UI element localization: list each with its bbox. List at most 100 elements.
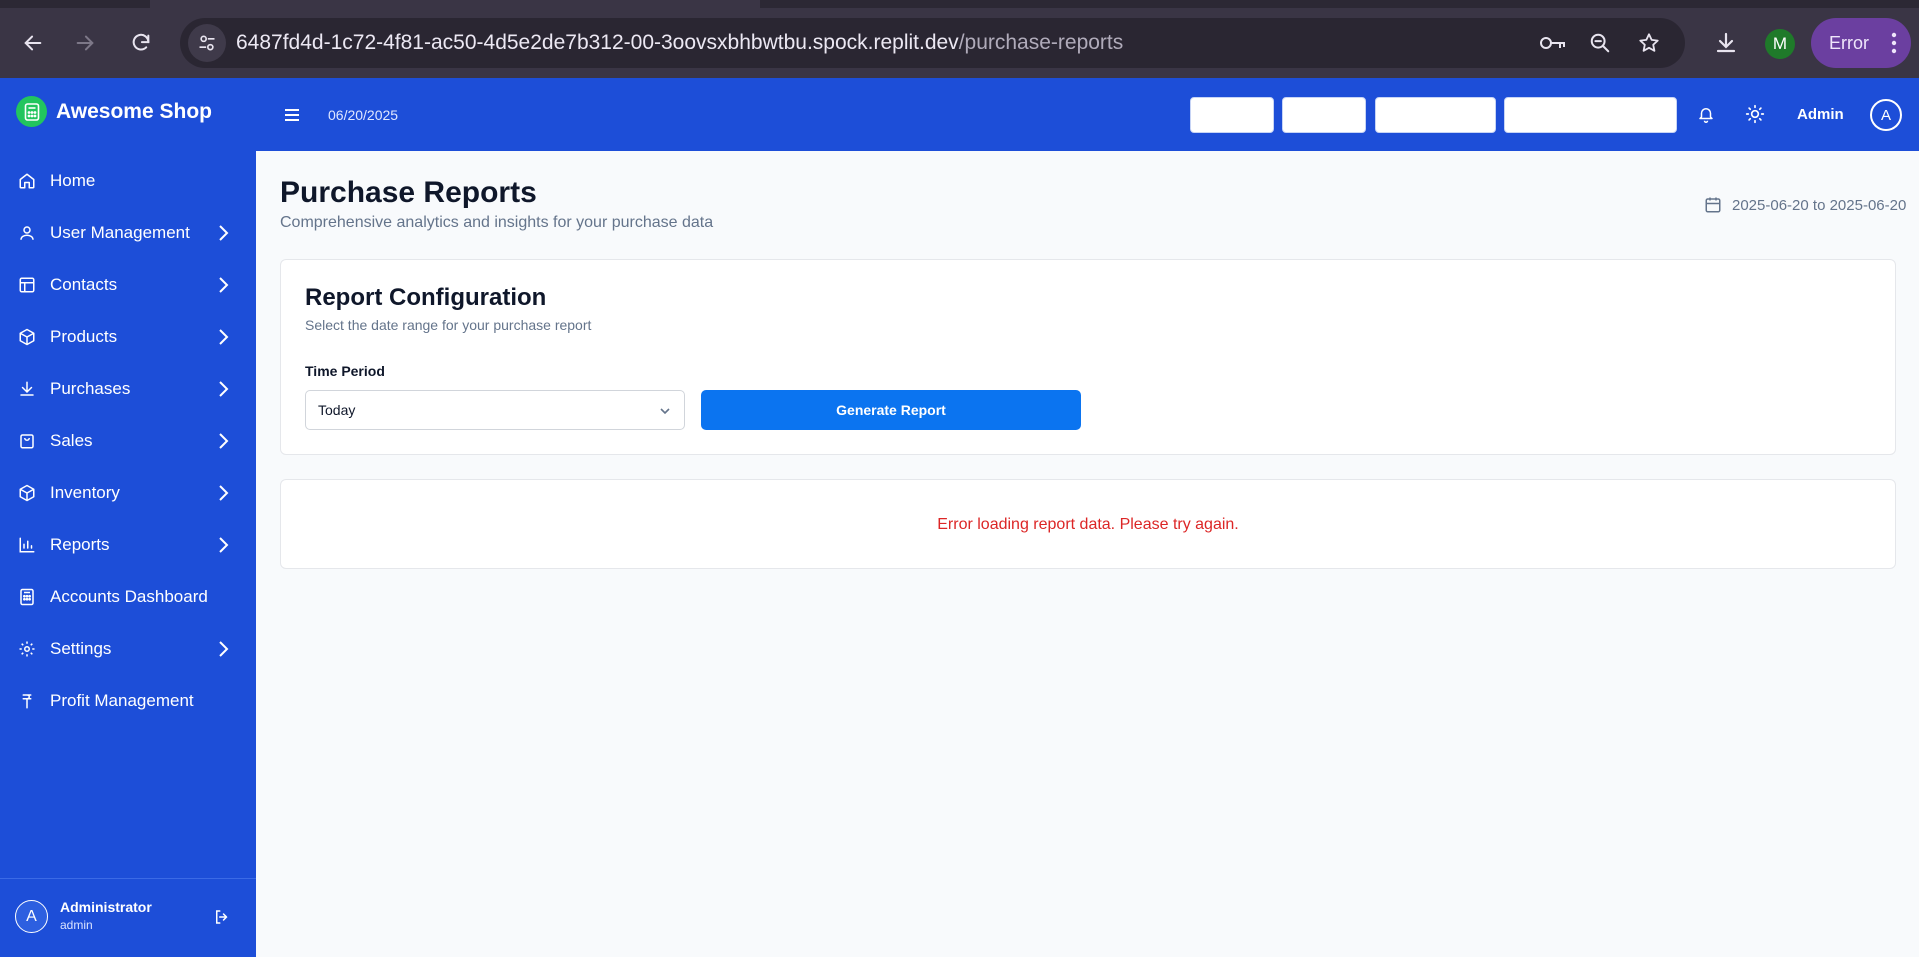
address-bar[interactable]: 6487fd4d-1c72-4f81-ac50-4d5e2de7b312-00-… xyxy=(180,18,1685,68)
date-range: 2025-06-20 to 2025-06-20 xyxy=(1704,195,1906,215)
password-key-button[interactable] xyxy=(1538,28,1568,58)
download-icon xyxy=(17,379,37,399)
page-subtitle: Comprehensive analytics and insights for… xyxy=(280,214,714,231)
chevron-right-icon xyxy=(219,485,229,501)
card-title: Report Configuration xyxy=(305,284,547,311)
sidebar-item-label: Settings xyxy=(50,639,112,658)
time-period-select[interactable]: Today xyxy=(305,390,685,430)
chevron-right-icon xyxy=(219,381,229,397)
sidebar-item-label: Home xyxy=(50,171,96,190)
sidebar-item-settings[interactable]: Settings xyxy=(8,626,248,672)
chevron-right-icon xyxy=(219,329,229,345)
sidebar-item-label: Sales xyxy=(50,431,93,450)
bar-chart-icon xyxy=(17,535,37,555)
sidebar-item-reports[interactable]: Reports xyxy=(8,522,248,568)
tune-icon xyxy=(199,35,215,51)
profile-avatar[interactable]: M xyxy=(1765,29,1795,59)
calculator-icon xyxy=(16,96,47,127)
sidebar-item-products[interactable]: Products xyxy=(8,314,248,360)
logout-button[interactable] xyxy=(210,905,234,929)
error-label: Error xyxy=(1829,32,1869,53)
calculator-icon xyxy=(17,587,37,607)
sidebar-item-label: Products xyxy=(50,327,118,346)
user-icon xyxy=(17,223,37,243)
card-description: Select the date range for your purchase … xyxy=(305,317,592,333)
brand[interactable]: Awesome Shop xyxy=(16,96,212,127)
sidebar-item-profit-management[interactable]: Profit Management xyxy=(8,678,248,724)
browser-toolbar: 6487fd4d-1c72-4f81-ac50-4d5e2de7b312-00-… xyxy=(0,0,1919,78)
hamburger-icon xyxy=(285,109,299,121)
arrow-right-icon xyxy=(76,35,94,51)
browser-error-button[interactable]: Error xyxy=(1811,18,1911,68)
box-icon xyxy=(17,483,37,503)
header-quick-button[interactable] xyxy=(1282,97,1366,133)
sidebar-item-home[interactable]: Home xyxy=(8,158,248,204)
menu-toggle-button[interactable] xyxy=(281,104,303,126)
report-results-card: Error loading report data. Please try ag… xyxy=(280,479,1896,569)
chevron-down-icon xyxy=(660,408,670,415)
sidebar: Awesome Shop Home User Management Contac… xyxy=(0,78,256,957)
sidebar-item-accounts-dashboard[interactable]: Accounts Dashboard xyxy=(8,574,248,620)
site-info-button[interactable] xyxy=(188,24,226,62)
avatar[interactable]: A xyxy=(1870,99,1902,131)
generate-report-button[interactable]: Generate Report xyxy=(701,390,1081,430)
back-button[interactable] xyxy=(13,23,53,63)
sidebar-item-label: Contacts xyxy=(50,275,118,294)
chevron-right-icon xyxy=(219,225,229,241)
sidebar-item-contacts[interactable]: Contacts xyxy=(8,262,248,308)
download-icon xyxy=(1716,32,1736,53)
header-quick-button[interactable] xyxy=(1375,97,1496,133)
theme-toggle-button[interactable] xyxy=(1745,104,1765,124)
sidebar-item-label: Purchases xyxy=(50,379,131,398)
gear-icon xyxy=(17,639,37,659)
select-value: Today xyxy=(318,402,356,418)
bookmark-button[interactable] xyxy=(1634,28,1664,58)
sidebar-user-panel: A Administrator admin xyxy=(0,878,256,957)
chevron-right-icon xyxy=(219,277,229,293)
chevron-right-icon xyxy=(219,641,229,657)
brand-name: Awesome Shop xyxy=(56,99,212,123)
home-icon xyxy=(17,171,37,191)
tab-strip xyxy=(760,0,1919,8)
zoom-icon xyxy=(1590,33,1610,53)
zoom-button[interactable] xyxy=(1585,28,1615,58)
error-message: Error loading report data. Please try ag… xyxy=(937,516,1239,533)
reload-button[interactable] xyxy=(121,23,161,63)
tab-strip xyxy=(0,0,150,8)
forward-button[interactable] xyxy=(65,23,105,63)
sidebar-item-label: Reports xyxy=(50,535,110,554)
notifications-button[interactable] xyxy=(1697,104,1715,124)
sun-icon xyxy=(1745,104,1765,124)
sidebar-item-inventory[interactable]: Inventory xyxy=(8,470,248,516)
kebab-menu-icon xyxy=(1891,32,1897,54)
user-role: admin xyxy=(60,918,93,932)
report-configuration-card: Report Configuration Select the date ran… xyxy=(280,259,1896,455)
downloads-button[interactable] xyxy=(1706,23,1746,63)
url-text: 6487fd4d-1c72-4f81-ac50-4d5e2de7b312-00-… xyxy=(236,31,1123,55)
app-header: 06/20/2025 Admin A xyxy=(256,78,1919,151)
chevron-right-icon xyxy=(219,433,229,449)
reload-icon xyxy=(132,33,150,51)
sidebar-item-sales[interactable]: Sales xyxy=(8,418,248,464)
sidebar-item-label: Accounts Dashboard xyxy=(50,587,208,606)
sidebar-item-user-management[interactable]: User Management xyxy=(8,210,248,256)
arrow-left-icon xyxy=(24,35,42,51)
sidebar-item-label: Inventory xyxy=(50,483,120,502)
bell-icon xyxy=(1699,108,1713,123)
header-quick-button[interactable] xyxy=(1190,97,1274,133)
star-icon xyxy=(1639,33,1659,52)
box-icon xyxy=(17,327,37,347)
admin-label[interactable]: Admin xyxy=(1797,106,1844,123)
avatar[interactable]: A xyxy=(15,900,48,933)
time-period-label: Time Period xyxy=(305,363,385,379)
header-quick-button[interactable] xyxy=(1504,97,1677,133)
sidebar-item-label: Profit Management xyxy=(50,691,194,710)
chevron-right-icon xyxy=(219,537,229,553)
shopping-bag-icon xyxy=(17,431,37,451)
user-name: Administrator xyxy=(60,899,152,915)
date-range-text: 2025-06-20 to 2025-06-20 xyxy=(1732,196,1907,214)
url-host: 6487fd4d-1c72-4f81-ac50-4d5e2de7b312-00-… xyxy=(236,31,959,54)
table-icon xyxy=(17,275,37,295)
sidebar-item-purchases[interactable]: Purchases xyxy=(8,366,248,412)
sidebar-item-label: User Management xyxy=(50,223,190,242)
